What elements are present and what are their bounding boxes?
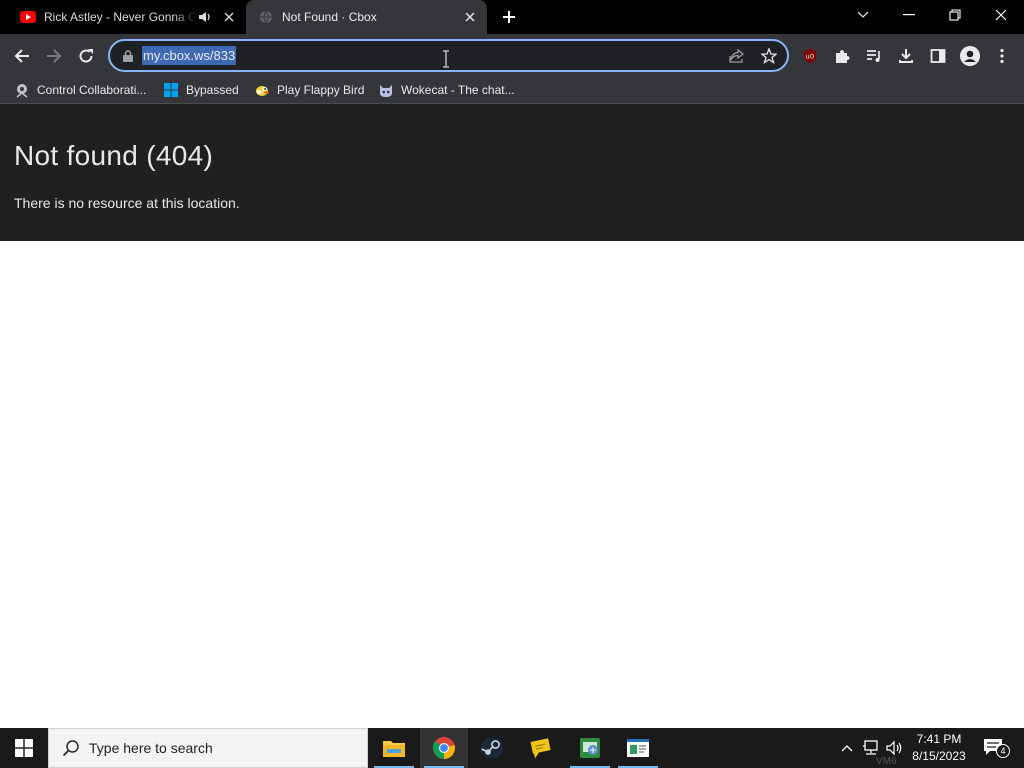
close-icon[interactable] xyxy=(461,8,479,26)
youtube-icon xyxy=(20,9,36,25)
bookmark-flappy-bird[interactable]: Play Flappy Bird xyxy=(254,80,364,100)
chevron-down-icon xyxy=(857,11,869,18)
system-clock[interactable]: 7:41 PM 8/15/2023 xyxy=(906,731,972,765)
tab-strip: Rick Astley - Never Gonna Give You Up No… xyxy=(0,0,1024,34)
close-icon[interactable] xyxy=(220,8,238,26)
plus-icon xyxy=(503,11,515,23)
notification-center-button[interactable]: 4 xyxy=(980,728,1010,768)
tab-cbox[interactable]: Not Found · Cbox xyxy=(246,0,487,34)
tab-title: Rick Astley - Never Gonna Give You Up xyxy=(44,10,196,24)
page-body xyxy=(0,241,1024,728)
share-icon[interactable] xyxy=(727,47,747,65)
bookmark-label: Bypassed xyxy=(186,83,239,97)
restore-icon xyxy=(949,9,961,21)
start-button[interactable] xyxy=(0,728,48,768)
show-hidden-icons-button[interactable] xyxy=(836,728,858,768)
clock-date: 8/15/2023 xyxy=(912,749,966,763)
vm-watermark: VM6 xyxy=(876,756,897,767)
page-title: Not found (404) xyxy=(14,140,214,171)
browser-toolbar: my.cbox.ws/833 uO xyxy=(0,34,1024,76)
clock-time: 7:41 PM xyxy=(916,732,962,746)
bookmark-label: Control Collaborati... xyxy=(37,83,147,97)
bookmark-control-collaboration[interactable]: Control Collaborati... xyxy=(14,80,146,100)
cat-icon xyxy=(378,82,394,98)
minimize-button[interactable] xyxy=(886,0,932,30)
taskbar-search[interactable]: Type here to search xyxy=(48,728,368,768)
bookmark-star-icon[interactable] xyxy=(759,47,779,65)
tab-youtube[interactable]: Rick Astley - Never Gonna Give You Up xyxy=(0,0,246,34)
url-text[interactable]: my.cbox.ws/833 xyxy=(142,46,237,65)
new-tab-button[interactable] xyxy=(498,6,520,28)
puzzle-icon[interactable] xyxy=(828,42,856,70)
side-panel-icon[interactable] xyxy=(924,42,952,70)
bookmark-label: Wokecat - The chat... xyxy=(401,83,515,97)
error-header xyxy=(0,104,1024,241)
file-explorer-icon[interactable] xyxy=(370,728,418,768)
download-icon[interactable] xyxy=(892,42,920,70)
more-vertical-icon xyxy=(1000,48,1004,64)
close-window-button[interactable] xyxy=(978,0,1024,30)
bookmarks-bar: Control Collaborati... Bypassed Play Fla… xyxy=(0,76,1024,104)
close-icon xyxy=(995,9,1007,21)
search-icon xyxy=(61,738,81,758)
svg-text:uO: uO xyxy=(806,54,815,61)
tab-search-button[interactable] xyxy=(840,0,886,30)
chat-app-icon[interactable] xyxy=(517,728,565,768)
globe-icon xyxy=(258,9,274,25)
menu-button[interactable] xyxy=(988,42,1016,70)
text-cursor-icon xyxy=(443,50,449,68)
bookmark-wokecat[interactable]: Wokecat - The chat... xyxy=(378,80,515,100)
media-queue-icon[interactable] xyxy=(860,42,888,70)
bookmark-label: Play Flappy Bird xyxy=(277,83,365,97)
bookmark-bypassed[interactable]: Bypassed xyxy=(163,80,239,100)
chevron-up-icon xyxy=(841,745,853,752)
reload-button[interactable] xyxy=(72,42,100,70)
speaker-icon[interactable] xyxy=(196,8,214,26)
error-message: There is no resource at this location. xyxy=(14,195,240,211)
restore-button[interactable] xyxy=(932,0,978,30)
search-placeholder: Type here to search xyxy=(89,740,213,756)
tab-title: Not Found · Cbox xyxy=(282,10,377,24)
minimize-icon xyxy=(903,14,915,16)
profile-avatar[interactable] xyxy=(956,42,984,70)
back-button[interactable] xyxy=(8,42,36,70)
windows-icon xyxy=(163,82,179,98)
forward-button[interactable] xyxy=(40,42,68,70)
lock-icon[interactable] xyxy=(120,48,136,64)
notification-count: 4 xyxy=(996,744,1010,758)
chrome-icon[interactable] xyxy=(420,728,468,768)
document-app-icon[interactable] xyxy=(614,728,662,768)
windows-icon xyxy=(15,739,33,757)
ublock-icon[interactable]: uO xyxy=(796,42,824,70)
flappy-bird-icon xyxy=(254,82,270,98)
reload-icon xyxy=(79,49,93,63)
arrow-left-icon xyxy=(14,49,29,63)
taskbar: Type here to search VM6 7:41 PM 8/15/202… xyxy=(0,728,1024,768)
person-icon xyxy=(960,46,980,66)
vm-app-icon[interactable] xyxy=(566,728,614,768)
gear-badge-icon xyxy=(14,82,30,98)
steam-icon[interactable] xyxy=(468,728,516,768)
arrow-right-icon xyxy=(47,49,62,63)
